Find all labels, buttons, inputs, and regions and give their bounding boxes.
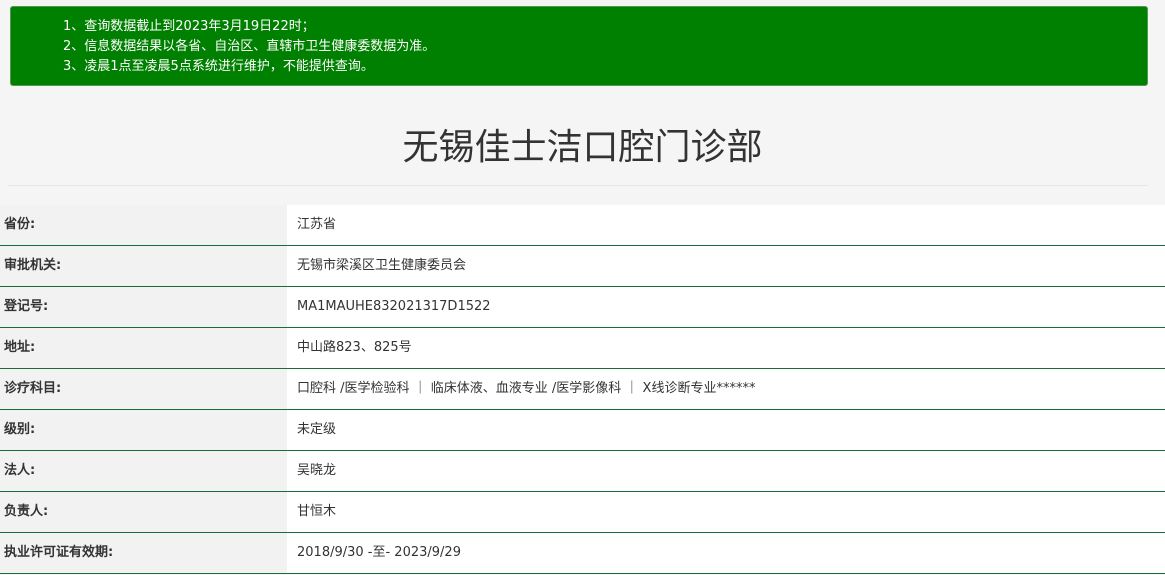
row-legal-person: 法人: 吴晓龙 (0, 451, 1165, 492)
label-approval-authority: 审批机关: (0, 246, 287, 286)
row-registration-number: 登记号: MA1MAUHE832021317D1522 (0, 287, 1165, 328)
label-person-in-charge: 负责人: (0, 492, 287, 532)
value-address: 中山路823、825号 (287, 328, 1165, 368)
value-legal-person: 吴晓龙 (287, 451, 1165, 491)
row-level: 级别: 未定级 (0, 410, 1165, 451)
title-divider (8, 185, 1148, 186)
row-approval-authority: 审批机关: 无锡市梁溪区卫生健康委员会 (0, 246, 1165, 287)
page-title: 无锡佳士洁口腔门诊部 (402, 127, 763, 168)
label-registration-number: 登记号: (0, 287, 287, 327)
value-license-validity: 2018/9/30 -至- 2023/9/29 (287, 533, 1165, 573)
label-treatment-subjects: 诊疗科目: (0, 369, 287, 409)
label-address: 地址: (0, 328, 287, 368)
label-level: 级别: (0, 410, 287, 450)
notice-line-3: 3、凌晨1点至凌晨5点系统进行维护，不能提供查询。 (63, 59, 374, 74)
row-address: 地址: 中山路823、825号 (0, 328, 1165, 369)
row-treatment-subjects: 诊疗科目: 口腔科 /医学检验科 ｜ 临床体液、血液专业 /医学影像科 ｜ X线… (0, 369, 1165, 410)
info-table: 省份: 江苏省 审批机关: 无锡市梁溪区卫生健康委员会 登记号: MA1MAUH… (0, 205, 1165, 574)
label-legal-person: 法人: (0, 451, 287, 491)
row-province: 省份: 江苏省 (0, 205, 1165, 246)
notice-banner: 1、查询数据截止到2023年3月19日22时； 2、信息数据结果以各省、自治区、… (10, 6, 1148, 86)
notice-line-2: 2、信息数据结果以各省、自治区、直辖市卫生健康委数据为准。 (63, 39, 436, 54)
value-person-in-charge: 甘恒木 (287, 492, 1165, 532)
value-treatment-subjects: 口腔科 /医学检验科 ｜ 临床体液、血液专业 /医学影像科 ｜ X线诊断专业**… (287, 369, 1165, 409)
notice-line-1: 1、查询数据截止到2023年3月19日22时； (63, 19, 315, 34)
row-license-validity: 执业许可证有效期: 2018/9/30 -至- 2023/9/29 (0, 533, 1165, 574)
value-province: 江苏省 (287, 205, 1165, 245)
label-province: 省份: (0, 205, 287, 245)
row-person-in-charge: 负责人: 甘恒木 (0, 492, 1165, 533)
label-license-validity: 执业许可证有效期: (0, 533, 287, 573)
value-registration-number: MA1MAUHE832021317D1522 (287, 287, 1165, 327)
value-approval-authority: 无锡市梁溪区卫生健康委员会 (287, 246, 1165, 286)
value-level: 未定级 (287, 410, 1165, 450)
